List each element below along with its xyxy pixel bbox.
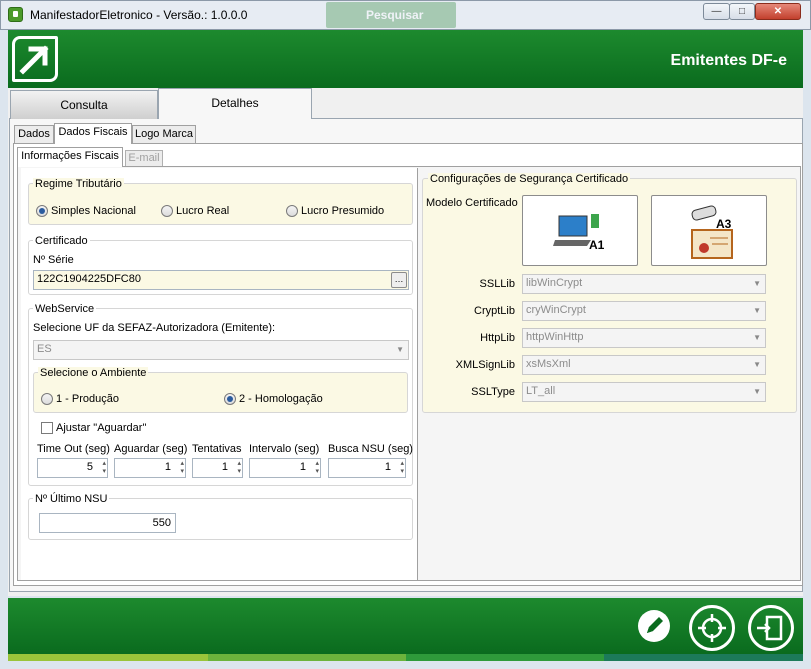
- radio-producao[interactable]: 1 - Produção: [41, 393, 119, 405]
- chevron-down-icon: ▼: [753, 360, 761, 369]
- ssllib-label: SSLLib: [479, 278, 515, 290]
- xmlsignlib-value: xsMsXml: [526, 358, 571, 370]
- regime-label: Regime Tributário: [33, 178, 124, 190]
- ambiente-label: Selecione o Ambiente: [38, 367, 149, 379]
- radio-label: 1 - Produção: [56, 393, 119, 405]
- chevron-down-icon: ▼: [753, 387, 761, 396]
- radio-label: Lucro Real: [176, 205, 230, 217]
- footer-stripe: [604, 654, 803, 661]
- tab-detalhes[interactable]: Detalhes: [158, 88, 312, 119]
- browse-certificate-button[interactable]: …: [391, 272, 407, 288]
- maximize-button[interactable]: □: [729, 3, 755, 20]
- radio-dot: [36, 205, 48, 217]
- nsu-input[interactable]: 550: [39, 513, 176, 533]
- checkbox-box: [41, 422, 53, 434]
- intervalo-stepper[interactable]: 1: [249, 458, 321, 478]
- search-button[interactable]: Pesquisar: [326, 2, 456, 28]
- aguardar-stepper[interactable]: 1: [114, 458, 186, 478]
- tentativas-label: Tentativas: [192, 443, 242, 455]
- header-bar: Emitentes DF-e: [8, 30, 803, 88]
- busca-nsu-stepper[interactable]: 1: [328, 458, 406, 478]
- httplib-select[interactable]: httpWinHttp ▼: [522, 328, 766, 348]
- serie-label: Nº Série: [33, 254, 74, 266]
- radio-dot: [161, 205, 173, 217]
- chevron-down-icon: ▼: [396, 345, 404, 354]
- xmlsignlib-label: XMLSignLib: [455, 359, 515, 371]
- radio-dot: [224, 393, 236, 405]
- tentativas-stepper[interactable]: 1: [192, 458, 243, 478]
- logo-icon: [12, 36, 58, 82]
- subtab-dados-fiscais[interactable]: Dados Fiscais: [54, 123, 132, 144]
- minimize-button[interactable]: —: [703, 3, 730, 20]
- tab-email[interactable]: E-mail: [125, 150, 163, 166]
- radio-label: Simples Nacional: [51, 205, 136, 217]
- uf-value: ES: [37, 343, 52, 355]
- aguardar-label: Aguardar (seg): [114, 443, 188, 455]
- cryptlib-value: cryWinCrypt: [526, 304, 586, 316]
- intervalo-label: Intervalo (seg): [249, 443, 320, 455]
- page-title: Emitentes DF-e: [670, 52, 787, 69]
- ssltype-value: LT_all: [526, 385, 556, 397]
- modelo-label: Modelo Certificado: [426, 197, 518, 209]
- exit-button[interactable]: [748, 605, 794, 651]
- subtab-logo-marca[interactable]: Logo Marca: [132, 125, 196, 143]
- pencil-icon: [647, 617, 663, 633]
- radio-dot: [41, 393, 53, 405]
- token-certificate-icon: [691, 205, 733, 259]
- busca-nsu-label: Busca NSU (seg): [328, 443, 413, 455]
- tab-consulta[interactable]: Consulta: [10, 90, 158, 119]
- chevron-down-icon: ▼: [753, 279, 761, 288]
- ssllib-select[interactable]: libWinCrypt ▼: [522, 274, 766, 294]
- target-button[interactable]: [689, 605, 735, 651]
- checkbox-label: Ajustar "Aguardar": [56, 422, 147, 434]
- cryptlib-label: CryptLib: [474, 305, 515, 317]
- cert-a1-button[interactable]: A1: [522, 195, 638, 266]
- xmlsignlib-select[interactable]: xsMsXml ▼: [522, 355, 766, 375]
- radio-label: 2 - Homologação: [239, 393, 323, 405]
- radio-simples-nacional[interactable]: Simples Nacional: [36, 205, 136, 217]
- door-exit-icon: [757, 615, 783, 641]
- radio-dot: [286, 205, 298, 217]
- edit-button[interactable]: [638, 610, 670, 642]
- webservice-label: WebService: [33, 303, 97, 315]
- timeout-label: Time Out (seg): [37, 443, 110, 455]
- chevron-down-icon: ▼: [753, 333, 761, 342]
- uf-select[interactable]: ES ▼: [33, 340, 409, 360]
- ssltype-label: SSLType: [471, 386, 515, 398]
- radio-label: Lucro Presumido: [301, 205, 385, 217]
- ajustar-checkbox[interactable]: Ajustar "Aguardar": [41, 422, 146, 434]
- httplib-label: HttpLib: [480, 332, 515, 344]
- timeout-stepper[interactable]: 5: [37, 458, 108, 478]
- radio-homologacao[interactable]: 2 - Homologação: [224, 393, 323, 405]
- cryptlib-select[interactable]: cryWinCrypt ▼: [522, 301, 766, 321]
- serie-input[interactable]: 122C1904225DFC80: [33, 270, 409, 290]
- ssllib-value: libWinCrypt: [526, 277, 583, 289]
- footer-stripe: [406, 654, 604, 661]
- subtab-dados[interactable]: Dados: [14, 125, 54, 143]
- footer-stripe: [208, 654, 406, 661]
- window-title: ManifestadorEletronico - Versão.: 1.0.0.…: [30, 8, 248, 22]
- footer-stripe: [8, 654, 208, 661]
- certificado-label: Certificado: [33, 235, 90, 247]
- chevron-down-icon: ▼: [753, 306, 761, 315]
- httplib-value: httpWinHttp: [526, 331, 584, 343]
- app-icon: [8, 7, 23, 22]
- ssltype-select[interactable]: LT_all ▼: [522, 382, 766, 402]
- uf-label: Selecione UF da SEFAZ-Autorizadora (Emit…: [33, 322, 276, 334]
- seguranca-label: Configurações de Segurança Certificado: [428, 173, 631, 185]
- crosshair-icon: [698, 614, 726, 642]
- a3-label: A3: [716, 217, 732, 231]
- close-button[interactable]: ✕: [755, 3, 801, 20]
- footer-bar: [8, 598, 803, 654]
- nsu-label: Nº Último NSU: [33, 493, 110, 505]
- a1-label: A1: [589, 238, 605, 252]
- tab-informacoes-fiscais[interactable]: Informações Fiscais: [17, 147, 123, 167]
- radio-lucro-presumido[interactable]: Lucro Presumido: [286, 205, 384, 217]
- radio-lucro-real[interactable]: Lucro Real: [161, 205, 229, 217]
- cert-a3-button[interactable]: A3: [651, 195, 767, 266]
